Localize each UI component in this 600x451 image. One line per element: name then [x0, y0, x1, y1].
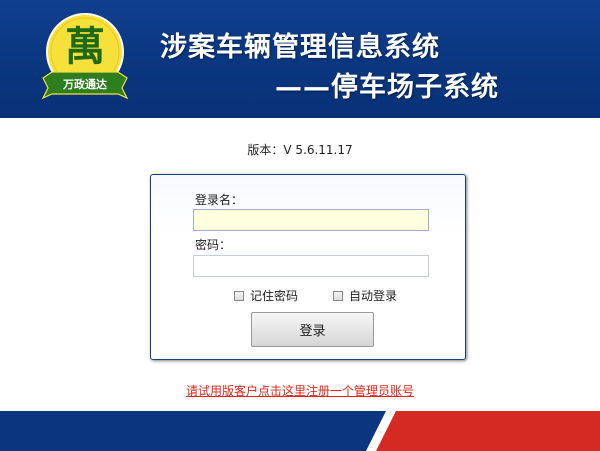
login-button[interactable]: 登录 [251, 312, 374, 347]
password-input[interactable] [193, 255, 429, 277]
header-banner: 萬 万政通达 涉案车辆管理信息系统 ——停车场子系统 [0, 0, 600, 118]
auto-login-option[interactable]: 自动登录 [333, 287, 397, 304]
system-title: 涉案车辆管理信息系统 [160, 32, 440, 63]
remember-password-option[interactable]: 记住密码 [234, 287, 298, 304]
username-input[interactable] [193, 209, 429, 231]
username-label: 登录名： [195, 193, 244, 207]
auto-login-checkbox[interactable] [333, 290, 343, 301]
login-panel: 登录名： 密码： 记住密码 自动登录 登录 [150, 174, 466, 360]
company-logo: 萬 万政通达 [41, 13, 129, 100]
auto-login-label: 自动登录 [349, 289, 398, 303]
footer-banner [0, 411, 600, 451]
logo-subtitle: 万政通达 [62, 77, 107, 91]
subsystem-title: ——停车场子系统 [275, 72, 499, 103]
logo-glyph: 萬 [65, 23, 105, 70]
password-label: 密码： [195, 238, 232, 252]
version-label: 版本：V 5.6.11.17 [247, 143, 353, 157]
register-admin-link[interactable]: 请试用版客户点击这里注册一个管理员账号 [0, 382, 600, 399]
remember-password-checkbox[interactable] [234, 290, 244, 301]
remember-password-label: 记住密码 [250, 289, 299, 303]
